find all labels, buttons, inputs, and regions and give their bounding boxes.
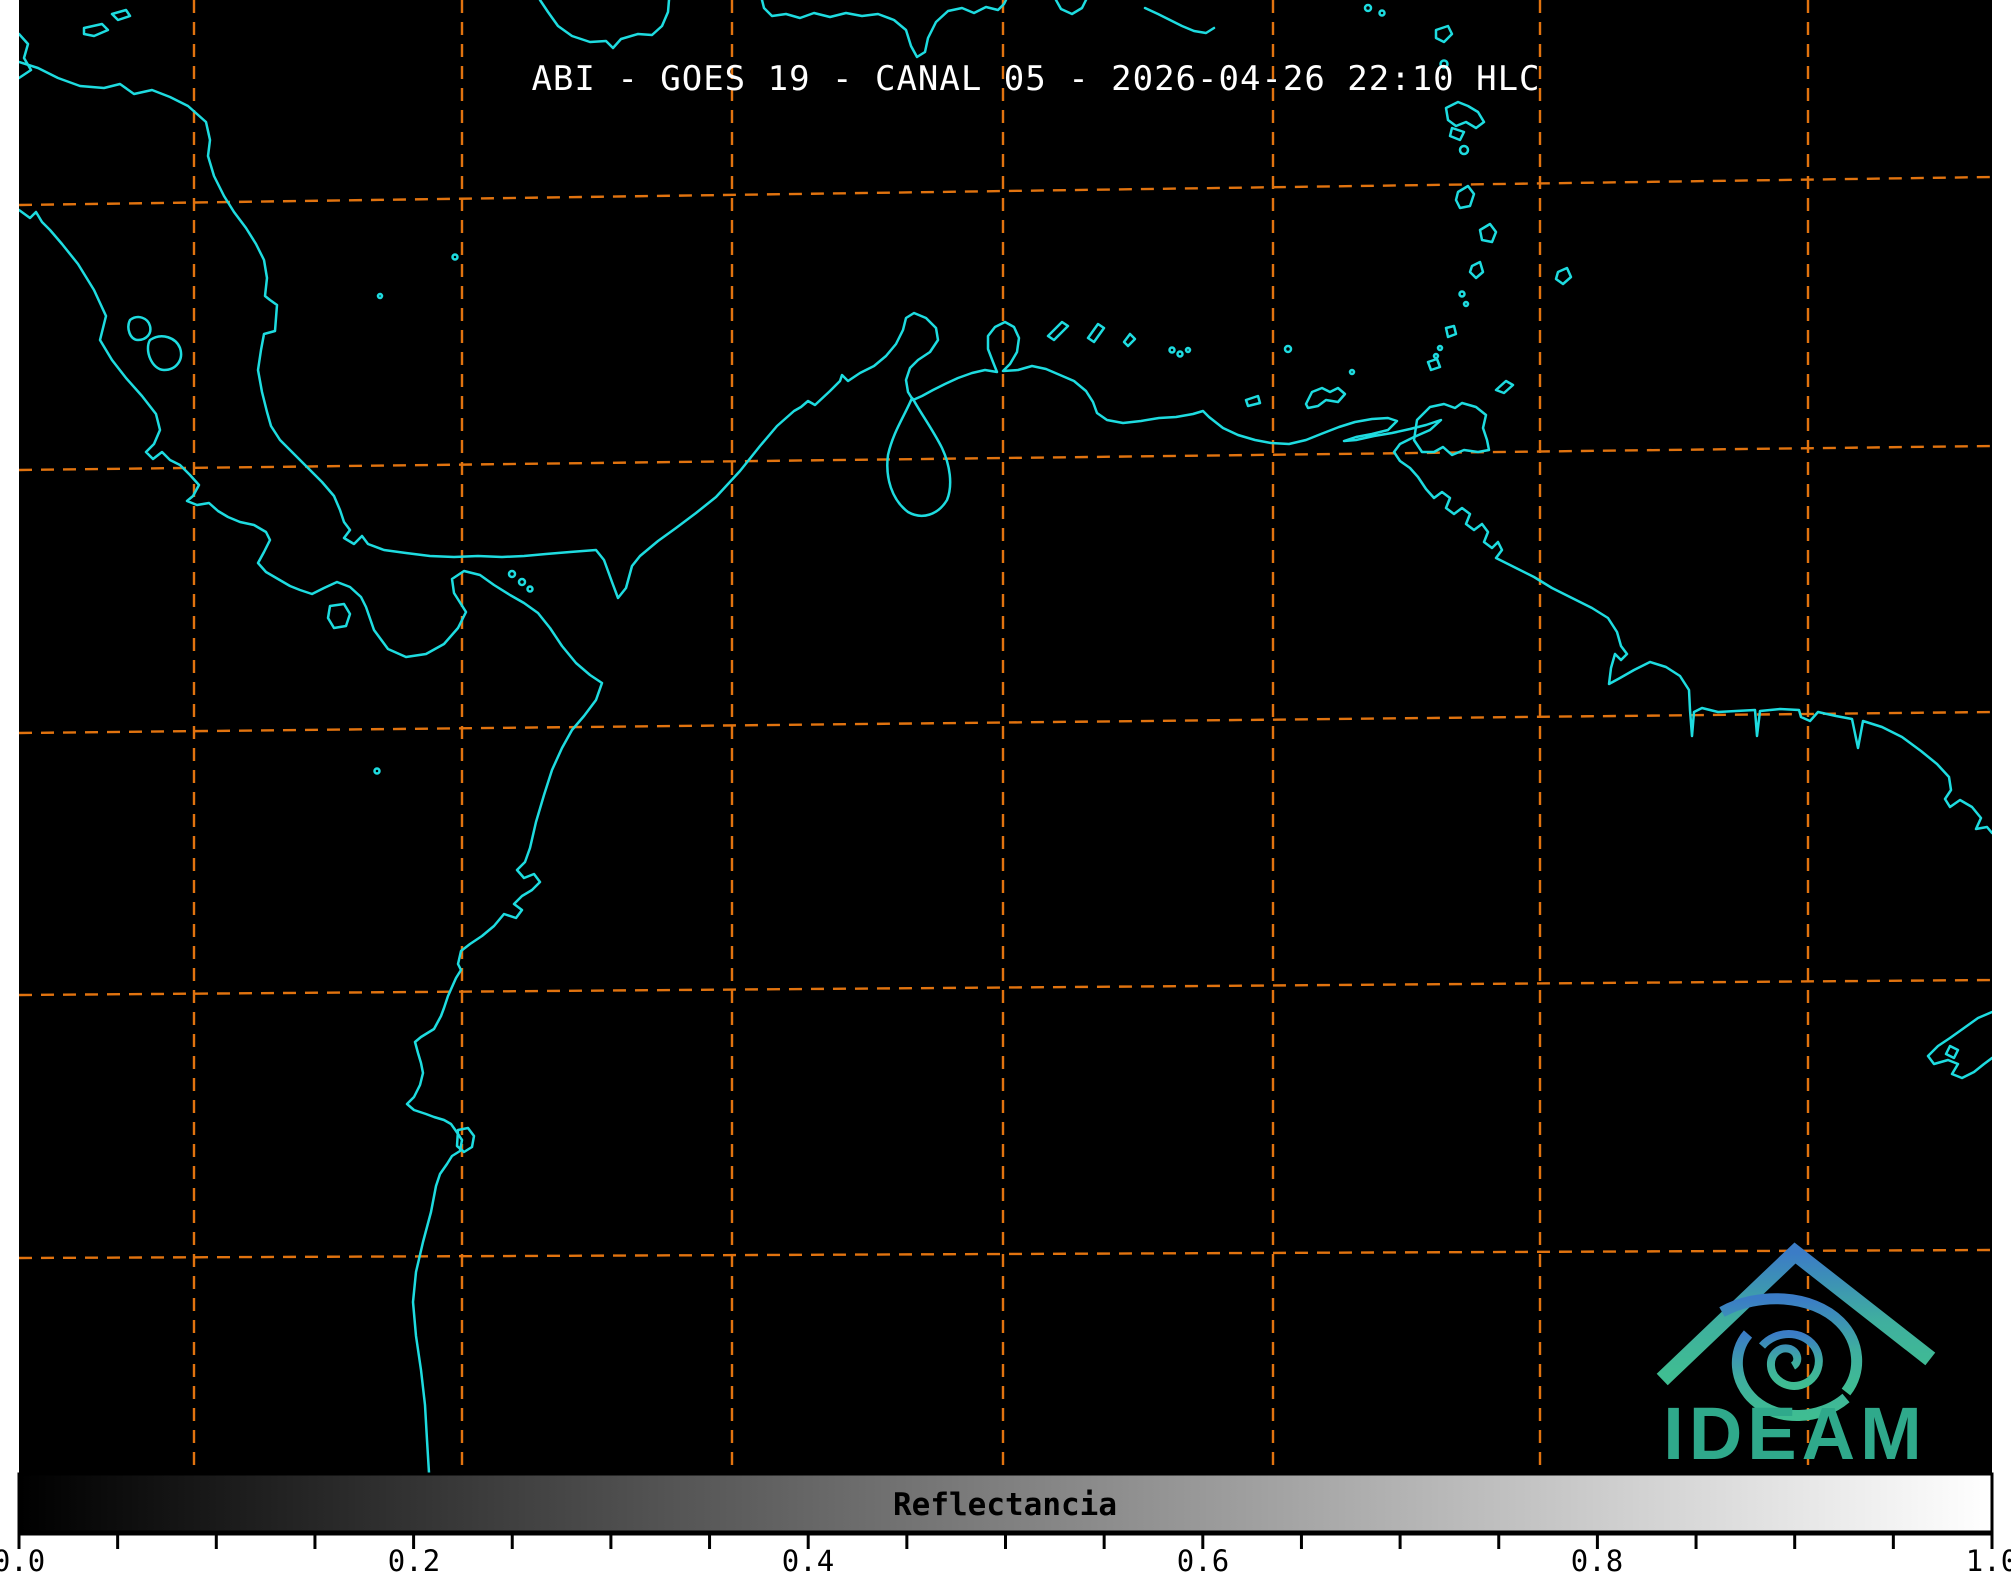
tick-label-0.6: 0.6 — [1177, 1544, 1229, 1577]
colorbar-ticks — [19, 1533, 1992, 1549]
tick-label-1.0: 1.0 — [1966, 1544, 2011, 1577]
image-title: ABI - GOES 19 - CANAL 05 - 2026-04-26 22… — [531, 59, 1540, 99]
satellite-map-figure: ABI - GOES 19 - CANAL 05 - 2026-04-26 22… — [0, 0, 2011, 1577]
logo-text: IDEAM — [1663, 1392, 1926, 1475]
goes-satellite-image: ABI - GOES 19 - CANAL 05 - 2026-04-26 22… — [0, 0, 2011, 1577]
tick-label-0.2: 0.2 — [388, 1544, 440, 1577]
tick-label-0.4: 0.4 — [782, 1544, 834, 1577]
tick-label-0.0: 0.0 — [0, 1544, 45, 1577]
colorbar-title: Reflectancia — [893, 1487, 1117, 1523]
tick-label-0.8: 0.8 — [1571, 1544, 1623, 1577]
colorbar: Reflectancia 0.0 0.2 0.4 0.6 0.8 1.0 — [0, 1474, 2011, 1577]
